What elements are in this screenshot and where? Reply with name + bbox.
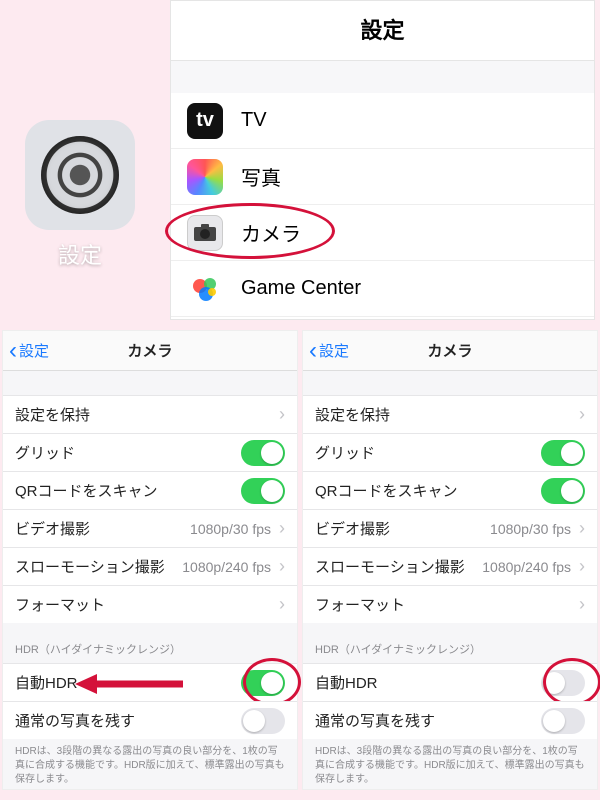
settings-app-badge: 設定	[10, 120, 150, 270]
row-keep-normal[interactable]: 通常の写真を残す	[3, 701, 297, 739]
row-format[interactable]: フォーマット›	[303, 585, 597, 623]
toggle-qr[interactable]	[541, 478, 585, 504]
gamecenter-icon	[187, 271, 223, 307]
chevron-right-icon: ›	[579, 404, 585, 425]
row-scan-qr[interactable]: QRコードをスキャン	[303, 471, 597, 509]
toggle-keep-normal[interactable]	[241, 708, 285, 734]
settings-app-label: 設定	[10, 238, 150, 270]
settings-row-gamecenter[interactable]: Game Center	[171, 261, 594, 317]
camera-settings-left: 設定 カメラ 設定を保持› グリッド QRコードをスキャン ビデオ撮影1080p…	[2, 330, 298, 790]
row-auto-hdr[interactable]: 自動HDR	[3, 663, 297, 701]
settings-row-label: TV	[241, 109, 267, 132]
hdr-section-label: HDR（ハイダイナミックレンジ）	[303, 623, 597, 663]
row-preserve-settings[interactable]: 設定を保持›	[303, 395, 597, 433]
photos-icon	[187, 159, 223, 195]
row-slow-motion[interactable]: スローモーション撮影1080p/240 fps›	[303, 547, 597, 585]
camera-icon	[187, 215, 223, 251]
page-title: 設定	[171, 1, 594, 61]
toggle-auto-hdr[interactable]	[541, 670, 585, 696]
camera-settings-right: 設定 カメラ 設定を保持› グリッド QRコードをスキャン ビデオ撮影1080p…	[302, 330, 598, 790]
chevron-right-icon: ›	[579, 556, 585, 577]
hdr-footer-note: HDRは、3段階の異なる露出の写真の良い部分を、1枚の写真に合成する機能です。H…	[303, 739, 597, 799]
row-scan-qr[interactable]: QRコードをスキャン	[3, 471, 297, 509]
toggle-auto-hdr[interactable]	[241, 670, 285, 696]
annotation-arrow	[75, 672, 185, 696]
gear-icon	[25, 120, 135, 230]
toggle-grid[interactable]	[541, 440, 585, 466]
row-grid[interactable]: グリッド	[303, 433, 597, 471]
chevron-right-icon: ›	[579, 594, 585, 615]
hdr-footer-note: HDRは、3段階の異なる露出の写真の良い部分を、1枚の写真に合成する機能です。H…	[3, 739, 297, 799]
tv-icon: tv	[187, 103, 223, 139]
page-title: カメラ	[303, 340, 597, 361]
settings-row-label: Game Center	[241, 277, 361, 300]
row-keep-normal[interactable]: 通常の写真を残す	[303, 701, 597, 739]
toggle-qr[interactable]	[241, 478, 285, 504]
settings-root-panel: 設定 tv TV 写真 カメラ Game Center	[170, 0, 595, 320]
chevron-right-icon: ›	[579, 518, 585, 539]
hdr-section-label: HDR（ハイダイナミックレンジ）	[3, 623, 297, 663]
row-grid[interactable]: グリッド	[3, 433, 297, 471]
settings-row-label: 写真	[241, 162, 281, 191]
toggle-keep-normal[interactable]	[541, 708, 585, 734]
settings-row-camera[interactable]: カメラ	[171, 205, 594, 261]
row-format[interactable]: フォーマット›	[3, 585, 297, 623]
row-video-record[interactable]: ビデオ撮影1080p/30 fps›	[303, 509, 597, 547]
settings-row-tv[interactable]: tv TV	[171, 93, 594, 149]
chevron-right-icon: ›	[279, 594, 285, 615]
page-title: カメラ	[3, 340, 297, 361]
row-video-record[interactable]: ビデオ撮影1080p/30 fps›	[3, 509, 297, 547]
row-slow-motion[interactable]: スローモーション撮影1080p/240 fps›	[3, 547, 297, 585]
row-preserve-settings[interactable]: 設定を保持›	[3, 395, 297, 433]
settings-row-photos[interactable]: 写真	[171, 149, 594, 205]
chevron-right-icon: ›	[279, 518, 285, 539]
toggle-grid[interactable]	[241, 440, 285, 466]
row-auto-hdr[interactable]: 自動HDR	[303, 663, 597, 701]
settings-row-label: カメラ	[241, 218, 301, 247]
chevron-right-icon: ›	[279, 404, 285, 425]
chevron-right-icon: ›	[279, 556, 285, 577]
